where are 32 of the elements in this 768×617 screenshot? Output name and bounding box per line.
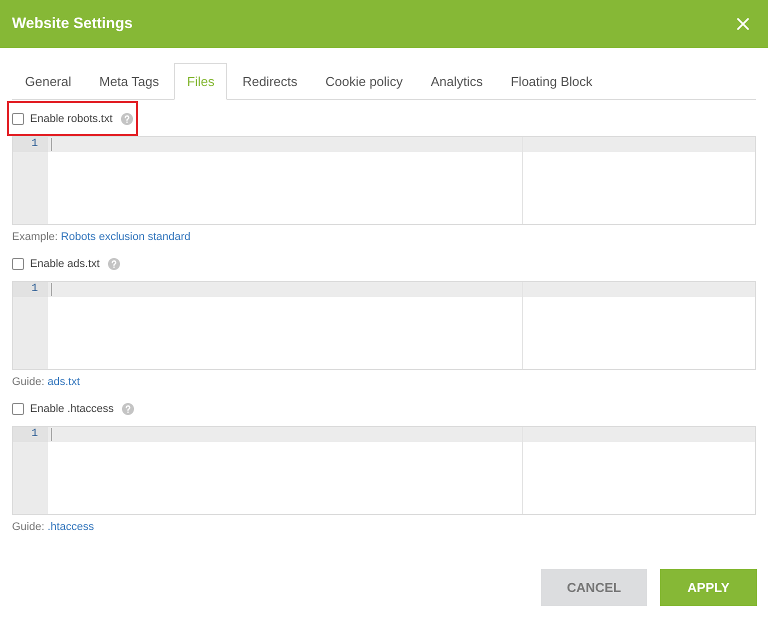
checkbox[interactable]	[12, 258, 24, 270]
code-editor[interactable]: 1	[12, 426, 756, 515]
reference-link[interactable]: Robots exclusion standard	[60, 231, 191, 243]
tab[interactable]: Redirects	[229, 63, 310, 100]
text-cursor	[51, 138, 52, 151]
text-cursor	[51, 283, 52, 296]
help-icon[interactable]	[120, 113, 133, 125]
code-editor[interactable]: 1	[12, 281, 756, 370]
text-cursor	[51, 428, 52, 441]
tab[interactable]: Meta Tags	[86, 63, 172, 100]
help-note: Guide: .htaccess	[12, 520, 94, 535]
checkbox-label[interactable]: Enable ads.txt	[30, 256, 100, 272]
tab[interactable]: General	[12, 63, 84, 100]
checkbox-label[interactable]: Enable robots.txt	[30, 110, 113, 128]
line-number: 1	[13, 282, 48, 297]
checkbox[interactable]	[12, 403, 24, 415]
tab[interactable]: Cookie policy	[312, 63, 416, 100]
help-note: Example: Robots exclusion standard	[12, 230, 191, 245]
help-icon[interactable]	[108, 258, 120, 270]
reference-link[interactable]: ads.txt	[47, 376, 80, 388]
dialog-title: Website Settings	[12, 14, 133, 34]
checkbox[interactable]	[12, 113, 24, 125]
line-number: 1	[13, 427, 48, 442]
tab[interactable]: Analytics	[418, 63, 496, 100]
help-note: Guide: ads.txt	[12, 375, 80, 390]
checkbox-label[interactable]: Enable .htaccess	[30, 400, 114, 418]
line-number: 1	[13, 137, 48, 152]
help-icon[interactable]	[122, 403, 134, 415]
code-editor[interactable]: 1	[12, 136, 756, 225]
close-icon[interactable]	[737, 18, 749, 30]
tab[interactable]: Floating Block	[498, 63, 606, 100]
reference-link[interactable]: .htaccess	[47, 521, 94, 533]
